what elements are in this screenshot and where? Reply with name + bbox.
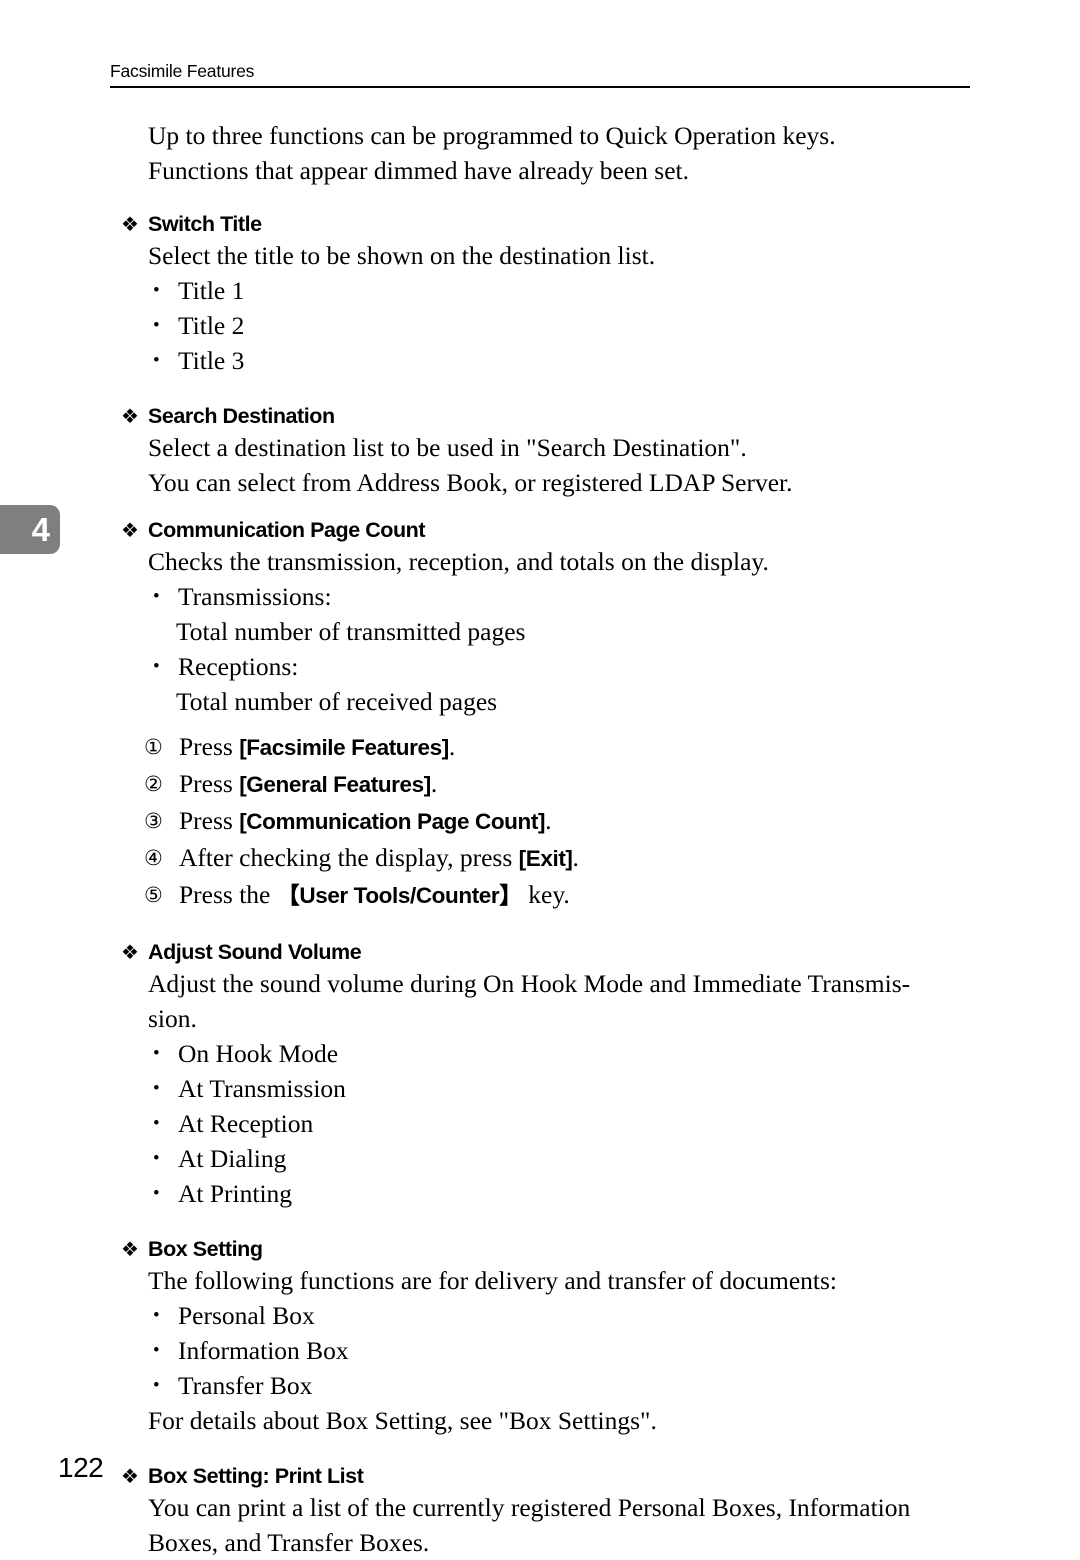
step-text-pre: After checking the display, press: [179, 843, 519, 872]
list-item: Title 2: [152, 308, 980, 343]
step-marker-icon: ②: [144, 772, 163, 796]
step-marker-icon: ①: [144, 735, 163, 759]
key-label: [Facsimile Features]: [239, 735, 449, 760]
list-item: Personal Box: [152, 1298, 980, 1333]
intro-line-1: Up to three functions can be programmed …: [148, 121, 836, 150]
list-item: At Dialing: [152, 1141, 980, 1176]
list-item: At Transmission: [152, 1071, 980, 1106]
list-item: Title 1: [152, 273, 980, 308]
diamond-bullet-icon: ❖: [121, 940, 139, 964]
section-body-box-setting: The following functions are for delivery…: [148, 1266, 837, 1295]
step-text-post: .: [448, 732, 456, 761]
section-title: Communication Page Count: [148, 518, 426, 542]
section-heading-search-destination: ❖ Search Destination: [0, 402, 1080, 430]
section-title: Adjust Sound Volume: [148, 940, 362, 964]
page-content: Up to three functions can be programmed …: [0, 118, 1080, 1560]
step-text-post: .: [572, 843, 579, 872]
step-text-post: .: [545, 806, 552, 835]
running-head: Facsimile Features: [110, 61, 255, 81]
page-number: 122: [58, 1452, 104, 1483]
step-text-pre: Press: [179, 806, 240, 835]
list-item-detail: Total number of transmitted pages: [176, 617, 526, 646]
step-text-pre: Press the: [179, 880, 277, 909]
diamond-bullet-icon: ❖: [121, 1464, 139, 1488]
section-body-search-destination: Select a destination list to be used in …: [0, 430, 1080, 500]
list-item: At Printing: [152, 1176, 980, 1211]
section-body-adjust-sound-volume: Adjust the sound volume during On Hook M…: [0, 966, 1080, 1036]
list-item: Transfer Box: [152, 1368, 980, 1403]
section-body-switch-title: Select the title to be shown on the dest…: [148, 241, 656, 270]
bullet-list-communication-page-count: Transmissions: Total number of transmitt…: [0, 579, 1080, 719]
list-item: Information Box: [152, 1333, 980, 1368]
diamond-bullet-icon: ❖: [121, 404, 139, 428]
list-item-label: Receptions:: [178, 652, 299, 681]
list-item: At Reception: [152, 1106, 980, 1141]
step-item-5: ⑤ Press the 【User Tools/Counter】 key.: [144, 877, 980, 914]
section-heading-switch-title: ❖ Switch Title: [0, 210, 1080, 238]
diamond-bullet-icon: ❖: [121, 212, 139, 236]
hardware-key-label: 【User Tools/Counter】: [276, 883, 523, 909]
step-marker-icon: ③: [144, 809, 163, 833]
step-item-2: ② Press [General Features].: [144, 766, 980, 803]
section-body-box-setting-print-list: You can print a list of the currently re…: [0, 1490, 1080, 1560]
section-title: Switch Title: [148, 212, 262, 236]
step-text-pre: Press: [179, 732, 240, 761]
bracket-open: 【: [276, 883, 300, 909]
intro-paragraph: Up to three functions can be programmed …: [0, 118, 1080, 188]
header-rule: [110, 86, 970, 88]
section-heading-box-setting: ❖ Box Setting: [0, 1235, 1080, 1263]
step-item-4: ④ After checking the display, press [Exit…: [144, 840, 980, 877]
body-line-2: Boxes, and Transfer Boxes.: [148, 1528, 430, 1557]
step-list-communication-page-count: ① Press [Facsimile Features]. ② Press [Gen…: [0, 729, 1080, 914]
hardware-key-text: User Tools/Counter: [299, 883, 500, 908]
key-label: [General Features]: [239, 772, 431, 797]
step-text-post: key.: [521, 880, 570, 909]
diamond-bullet-icon: ❖: [121, 1237, 139, 1261]
step-item-1: ① Press [Facsimile Features].: [144, 729, 980, 766]
list-item-detail: Total number of received pages: [176, 687, 498, 716]
step-text-post: .: [430, 769, 438, 798]
body-line-1: Select a destination list to be used in …: [148, 433, 747, 462]
key-label: [Communication Page Count]: [239, 809, 546, 834]
diamond-bullet-icon: ❖: [121, 518, 139, 542]
list-item: On Hook Mode: [152, 1036, 980, 1071]
key-label: [Exit]: [518, 846, 573, 871]
section-title: Box Setting: [148, 1237, 263, 1261]
step-item-3: ③ Press [Communication Page Count].: [144, 803, 980, 840]
bracket-close: 】: [499, 883, 522, 909]
body-line-1: Adjust the sound volume during On Hook M…: [148, 969, 911, 998]
section-body-communication-page-count: Checks the transmission, reception, and …: [148, 547, 769, 576]
list-item: Title 3: [152, 343, 980, 378]
section-heading-box-setting-print-list: ❖ Box Setting: Print List: [0, 1462, 1080, 1490]
body-line-2: You can select from Address Book, or reg…: [148, 468, 793, 497]
list-item-label: Transmissions:: [178, 582, 332, 611]
bullet-list-adjust-sound-volume: On Hook Mode At Transmission At Receptio…: [0, 1036, 1080, 1211]
section-heading-adjust-sound-volume: ❖ Adjust Sound Volume: [0, 938, 1080, 966]
list-item: Receptions: Total number of received pag…: [152, 649, 980, 719]
page-header: Facsimile Features: [110, 60, 970, 88]
intro-line-2: Functions that appear dimmed have alread…: [148, 156, 689, 185]
bullet-list-switch-title: Title 1 Title 2 Title 3: [0, 273, 1080, 378]
step-marker-icon: ⑤: [144, 883, 163, 907]
body-line-2: sion.: [148, 1004, 197, 1033]
section-title: Box Setting: Print List: [148, 1464, 364, 1488]
list-item: Transmissions: Total number of transmitt…: [152, 579, 980, 649]
section-heading-communication-page-count: ❖ Communication Page Count: [0, 516, 1080, 544]
bullet-list-box-setting: Personal Box Information Box Transfer Bo…: [0, 1298, 1080, 1403]
section-title: Search Destination: [148, 404, 335, 428]
section-footnote-box-setting: For details about Box Setting, see "Box …: [148, 1406, 657, 1435]
step-text-pre: Press: [179, 769, 240, 798]
step-marker-icon: ④: [144, 846, 163, 870]
body-line-1: You can print a list of the currently re…: [148, 1493, 911, 1522]
